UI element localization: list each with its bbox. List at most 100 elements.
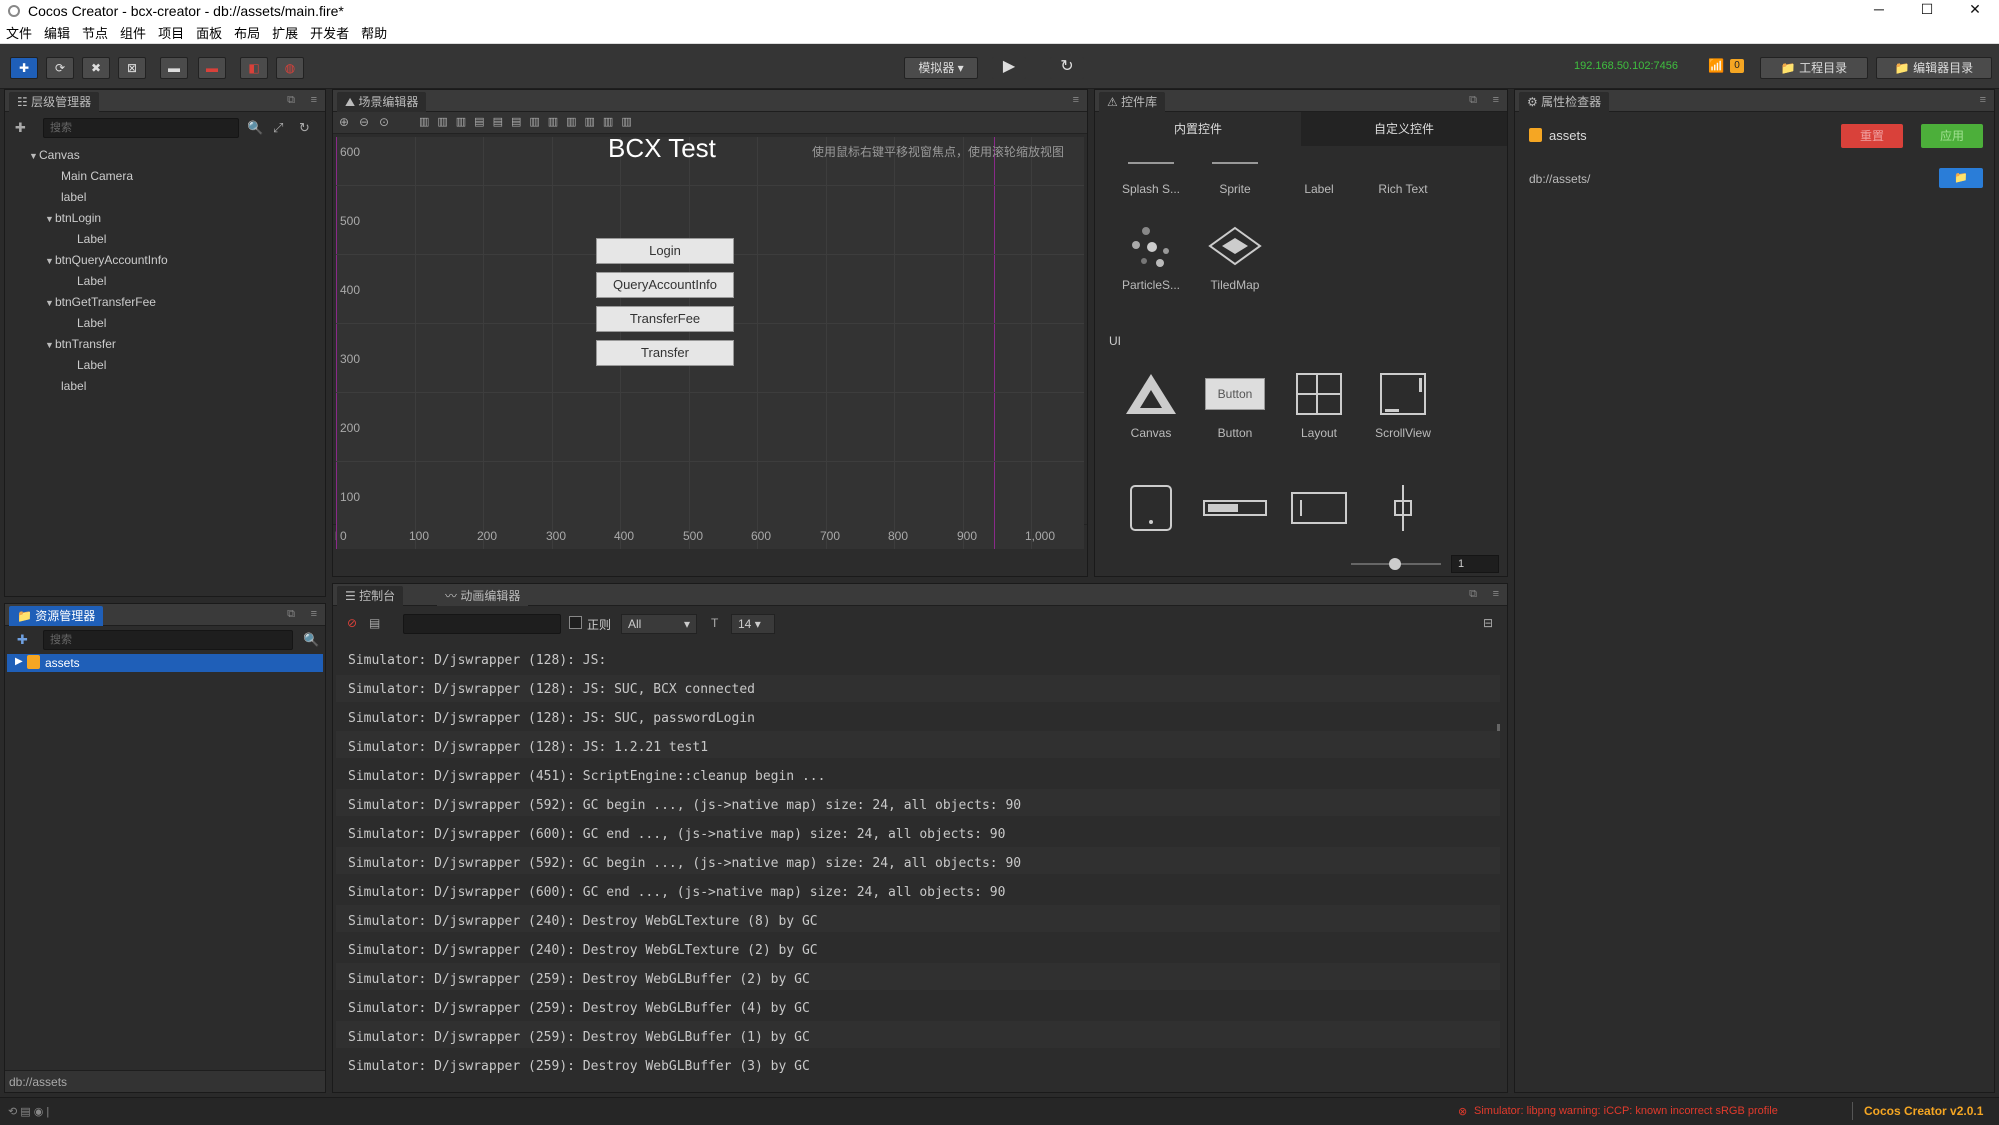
maximize-button[interactable]: ☐ xyxy=(1904,0,1950,21)
snap-button[interactable]: ◍ xyxy=(276,57,304,79)
tree-node-btnquery-label[interactable]: Label xyxy=(77,272,106,290)
assets-tab[interactable]: 📁 资源管理器 xyxy=(9,606,104,626)
tree-node-main-camera[interactable]: Main Camera xyxy=(61,167,133,185)
apply-button[interactable]: 应用 xyxy=(1921,124,1983,148)
widget-button[interactable]: Button Button xyxy=(1195,366,1275,440)
scene-query-button[interactable]: QueryAccountInfo xyxy=(596,272,734,298)
widget-tiledmap[interactable]: TiledMap xyxy=(1195,218,1275,292)
scene-viewport[interactable]: 600 500 400 300 200 100 0 100 200 300 40… xyxy=(336,133,1084,549)
expand-icon[interactable]: ⤢ xyxy=(273,120,283,136)
zoom-slider-thumb[interactable] xyxy=(1389,558,1401,570)
tree-node-btntransfer-label[interactable]: Label xyxy=(77,356,106,374)
widget-scrollview[interactable]: ScrollView xyxy=(1363,366,1443,440)
widget-layout[interactable]: Layout xyxy=(1279,366,1359,440)
scene-login-button[interactable]: Login xyxy=(596,238,734,264)
zoom-in-icon[interactable]: ⊕ xyxy=(339,115,349,129)
menu-component[interactable]: 组件 xyxy=(114,23,152,42)
clear-console-icon[interactable]: ⊘ xyxy=(347,616,357,630)
local-global-button[interactable]: ▬ xyxy=(198,57,226,79)
open-folder-button[interactable]: 📁 xyxy=(1939,168,1983,188)
log-level-select[interactable]: All ▾ xyxy=(621,614,697,634)
scale-tool-button[interactable]: ✖ xyxy=(82,57,110,79)
rect-tool-button[interactable]: ⊠ xyxy=(118,57,146,79)
panel-menu-icon[interactable]: ≡ xyxy=(311,94,317,106)
panel-popout-icon[interactable]: ⧉ xyxy=(1469,588,1477,601)
add-asset-icon[interactable]: ✚ xyxy=(17,632,28,648)
menu-node[interactable]: 节点 xyxy=(76,23,114,42)
status-warning[interactable]: Simulator: libpng warning: iCCP: known i… xyxy=(1474,1105,1778,1117)
panel-menu-icon[interactable]: ≡ xyxy=(1980,94,1986,106)
regex-checkbox[interactable] xyxy=(569,616,582,629)
widget-rich-text[interactable]: Rich Text xyxy=(1363,148,1443,196)
tree-node-btngettransferfee[interactable]: ▼btnGetTransferFee xyxy=(45,293,156,311)
close-button[interactable]: ✕ xyxy=(1952,0,1998,21)
search-icon[interactable]: 🔍 xyxy=(247,120,263,136)
add-node-icon[interactable]: ✚ xyxy=(15,120,26,136)
widget-progressbar[interactable] xyxy=(1195,480,1275,536)
open-project-dir-button[interactable]: 📁 工程目录 xyxy=(1760,57,1868,79)
menu-extension[interactable]: 扩展 xyxy=(266,23,304,42)
panel-popout-icon[interactable]: ⧉ xyxy=(1469,94,1477,107)
scene-fee-button[interactable]: TransferFee xyxy=(596,306,734,332)
scene-transfer-button[interactable]: Transfer xyxy=(596,340,734,366)
menu-help[interactable]: 帮助 xyxy=(355,23,393,42)
minimize-button[interactable]: ─ xyxy=(1856,0,1902,21)
menu-edit[interactable]: 编辑 xyxy=(38,23,76,42)
refresh-icon[interactable]: ↻ xyxy=(299,120,310,136)
font-size-select[interactable]: 14 ▾ xyxy=(731,614,775,634)
layout-button[interactable]: ◧ xyxy=(240,57,268,79)
widget-particle-system[interactable]: ParticleS... xyxy=(1111,218,1191,292)
rotate-tool-button[interactable]: ⟳ xyxy=(46,57,74,79)
tree-node-btnlogin[interactable]: ▼btnLogin xyxy=(45,209,101,227)
tree-node-btntransfer[interactable]: ▼btnTransfer xyxy=(45,335,116,353)
scene-tab[interactable]: ⛰ 场景编辑器 xyxy=(337,92,427,112)
panel-menu-icon[interactable]: ≡ xyxy=(1493,588,1499,600)
menu-layout[interactable]: 布局 xyxy=(228,23,266,42)
menu-developer[interactable]: 开发者 xyxy=(304,23,355,42)
reset-button[interactable]: 重置 xyxy=(1841,124,1903,148)
panel-popout-icon[interactable]: ⧉ xyxy=(287,608,295,621)
zoom-out-icon[interactable]: ⊖ xyxy=(359,115,369,129)
zoom-reset-icon[interactable]: ⊙ xyxy=(379,115,389,129)
assets-search-input[interactable]: 搜索 xyxy=(43,630,293,650)
widgets-tab[interactable]: ⚠ 控件库 xyxy=(1099,92,1166,112)
console-filter-input[interactable] xyxy=(403,614,561,634)
console-tab[interactable]: ☰ 控制台 xyxy=(337,586,404,606)
tree-node-label-2[interactable]: label xyxy=(61,377,86,395)
widget-slider[interactable] xyxy=(1363,480,1443,536)
widget-label[interactable]: Label xyxy=(1279,148,1359,196)
menu-panel[interactable]: 面板 xyxy=(190,23,228,42)
widget-sprite[interactable]: Sprite xyxy=(1195,148,1275,196)
menu-project[interactable]: 项目 xyxy=(152,23,190,42)
open-log-file-icon[interactable]: ▤ xyxy=(369,616,380,630)
align-icons[interactable]: ▥▥▥▤▤▤▥▥▥▥▥▥ xyxy=(419,115,640,128)
menu-file[interactable]: 文件 xyxy=(0,23,38,42)
inspector-tab[interactable]: ⚙ 属性检查器 xyxy=(1519,92,1610,112)
hierarchy-tab[interactable]: ☷ 层级管理器 xyxy=(9,92,100,112)
preview-ip[interactable]: 192.168.50.102:7456 xyxy=(1574,60,1678,72)
widget-pageview[interactable] xyxy=(1111,480,1191,536)
hierarchy-search-input[interactable]: 搜索 xyxy=(43,118,239,138)
collapse-arrow-icon[interactable]: ▶ xyxy=(15,656,23,667)
zoom-value-input[interactable]: 1 xyxy=(1451,555,1499,573)
play-button[interactable]: ▶ xyxy=(992,57,1026,79)
builtin-widgets-tab[interactable]: 内置控件 xyxy=(1095,112,1301,146)
tree-node-label[interactable]: label xyxy=(61,188,86,206)
tree-node-btnlogin-label[interactable]: Label xyxy=(77,230,106,248)
panel-menu-icon[interactable]: ≡ xyxy=(1493,94,1499,106)
assets-root-row[interactable]: ▶ assets xyxy=(7,654,323,672)
widget-splash-sprite[interactable]: Splash S... xyxy=(1111,148,1191,196)
tree-node-canvas[interactable]: ▼Canvas xyxy=(29,146,80,164)
tree-node-btnfee-label[interactable]: Label xyxy=(77,314,106,332)
animation-editor-tab[interactable]: 〰 动画编辑器 xyxy=(437,586,529,606)
collapse-console-icon[interactable]: ⊟ xyxy=(1483,616,1493,630)
move-tool-button[interactable]: ✚ xyxy=(10,57,38,79)
tree-node-btnqueryaccountinfo[interactable]: ▼btnQueryAccountInfo xyxy=(45,251,168,269)
panel-popout-icon[interactable]: ⧉ xyxy=(287,94,295,107)
panel-menu-icon[interactable]: ≡ xyxy=(1073,94,1079,106)
scene-heading-label[interactable]: BCX Test xyxy=(608,133,716,164)
widget-canvas[interactable]: Canvas xyxy=(1111,366,1191,440)
refresh-button[interactable]: ↻ xyxy=(1050,57,1084,79)
open-editor-dir-button[interactable]: 📁 编辑器目录 xyxy=(1876,57,1992,79)
search-icon[interactable]: 🔍 xyxy=(303,632,319,648)
